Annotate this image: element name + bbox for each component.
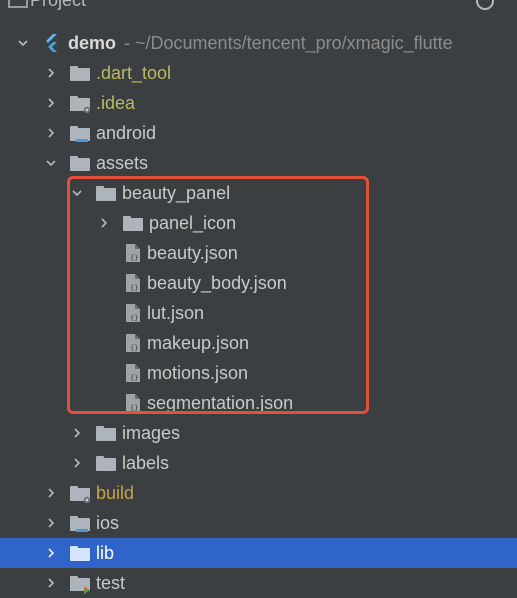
toolbar-title[interactable]: Project: [30, 0, 86, 11]
folder-icon: [70, 155, 90, 171]
chevron-right-icon[interactable]: [44, 486, 58, 500]
tree-item-label: panel_icon: [149, 212, 237, 233]
settings-folder-icon: [70, 95, 92, 114]
json-file-icon: {}: [125, 243, 141, 263]
chevron-right-icon[interactable]: [44, 546, 58, 560]
svg-text:{}: {}: [130, 254, 138, 262]
tree-item-label: ios: [96, 512, 120, 533]
module-marker-icon: [76, 138, 88, 142]
tree-item-label: images: [122, 422, 181, 443]
tree-item-label: beauty_body.json: [147, 272, 287, 293]
test-folder-icon: [70, 575, 92, 594]
tree-item-beauty-panel[interactable]: beauty_panel: [0, 178, 517, 208]
svg-text:{}: {}: [130, 284, 138, 292]
json-file-icon: {}: [125, 333, 141, 353]
tree-item-label: segmentation.json: [147, 392, 294, 413]
tree-item-test[interactable]: test: [0, 568, 517, 598]
tree-item-label: .dart_tool: [96, 62, 172, 83]
svg-text:{}: {}: [130, 344, 138, 352]
module-marker-icon: [76, 528, 88, 532]
chevron-down-icon[interactable]: [44, 156, 58, 170]
tree-item-label: makeup.json: [147, 332, 250, 353]
tree-item-label: motions.json: [147, 362, 249, 383]
tree-item-label: assets: [96, 152, 149, 173]
folder-icon: [123, 215, 143, 231]
root-path: - ~/Documents/tencent_pro/xmagic_flutte: [124, 32, 453, 53]
tree-item-idea[interactable]: .idea: [0, 88, 517, 118]
test-marker-icon: [82, 585, 92, 594]
folder-icon: [96, 455, 116, 471]
tree-item-lib[interactable]: lib: [0, 538, 517, 568]
chevron-right-icon[interactable]: [44, 96, 58, 110]
tree-item-ios[interactable]: ios: [0, 508, 517, 538]
gear-icon: [82, 495, 92, 504]
chevron-right-icon[interactable]: [97, 216, 111, 230]
tree-item-label: beauty_panel: [122, 182, 231, 203]
settings-icon[interactable]: [476, 0, 494, 10]
folder-icon: [70, 65, 90, 81]
tree-item-dart-tool[interactable]: .dart_tool: [0, 58, 517, 88]
chevron-right-icon[interactable]: [44, 126, 58, 140]
module-folder-icon: [70, 125, 90, 142]
root-label: demo: [68, 32, 117, 53]
tree-item-label: build: [96, 482, 135, 503]
tree-item-makeup-json[interactable]: {} makeup.json: [0, 328, 517, 358]
tree-item-android[interactable]: android: [0, 118, 517, 148]
tree-item-motions-json[interactable]: {} motions.json: [0, 358, 517, 388]
tree-item-labels[interactable]: labels: [0, 448, 517, 478]
chevron-right-icon[interactable]: [44, 66, 58, 80]
tree-item-images[interactable]: images: [0, 418, 517, 448]
svg-text:{}: {}: [130, 374, 138, 382]
chevron-right-icon[interactable]: [70, 456, 84, 470]
tree-item-lut-json[interactable]: {} lut.json: [0, 298, 517, 328]
tree-item-label: .idea: [96, 92, 136, 113]
tree-item-segmentation-json[interactable]: {} segmentation.json: [0, 388, 517, 418]
tree-item-label: beauty.json: [147, 242, 238, 263]
tree-item-beauty-body-json[interactable]: {} beauty_body.json: [0, 268, 517, 298]
source-folder-icon: [70, 545, 90, 561]
json-file-icon: {}: [125, 393, 141, 413]
folder-icon: [96, 425, 116, 441]
gear-icon: [82, 105, 92, 114]
settings-folder-icon: [70, 485, 92, 504]
tree-item-label: lut.json: [147, 302, 205, 323]
chevron-right-icon[interactable]: [70, 426, 84, 440]
chevron-down-icon[interactable]: [16, 36, 30, 50]
module-folder-icon: [70, 515, 90, 532]
tree-item-label: test: [96, 572, 126, 593]
tree-item-label: android: [96, 122, 157, 143]
chevron-down-icon[interactable]: [70, 186, 84, 200]
tree-item-beauty-json[interactable]: {} beauty.json: [0, 238, 517, 268]
project-tree: demo - ~/Documents/tencent_pro/xmagic_fl…: [0, 28, 517, 598]
tree-item-assets[interactable]: assets: [0, 148, 517, 178]
tree-item-panel-icon[interactable]: panel_icon: [0, 208, 517, 238]
json-file-icon: {}: [125, 363, 141, 383]
chevron-right-icon[interactable]: [44, 576, 58, 590]
svg-text:{}: {}: [130, 314, 138, 322]
project-toolbar: Project: [0, 0, 517, 22]
chevron-right-icon[interactable]: [44, 516, 58, 530]
svg-text:{}: {}: [130, 404, 138, 412]
tree-item-label: labels: [122, 452, 170, 473]
tree-item-label: lib: [96, 542, 115, 563]
project-icon: [8, 0, 28, 8]
folder-icon: [96, 185, 116, 201]
flutter-icon: [42, 33, 62, 53]
json-file-icon: {}: [125, 303, 141, 323]
tree-item-build[interactable]: build: [0, 478, 517, 508]
root-path-text: ~/Documents/tencent_pro/xmagic_flutte: [135, 32, 453, 53]
json-file-icon: {}: [125, 273, 141, 293]
tree-root-demo[interactable]: demo - ~/Documents/tencent_pro/xmagic_fl…: [0, 28, 517, 58]
